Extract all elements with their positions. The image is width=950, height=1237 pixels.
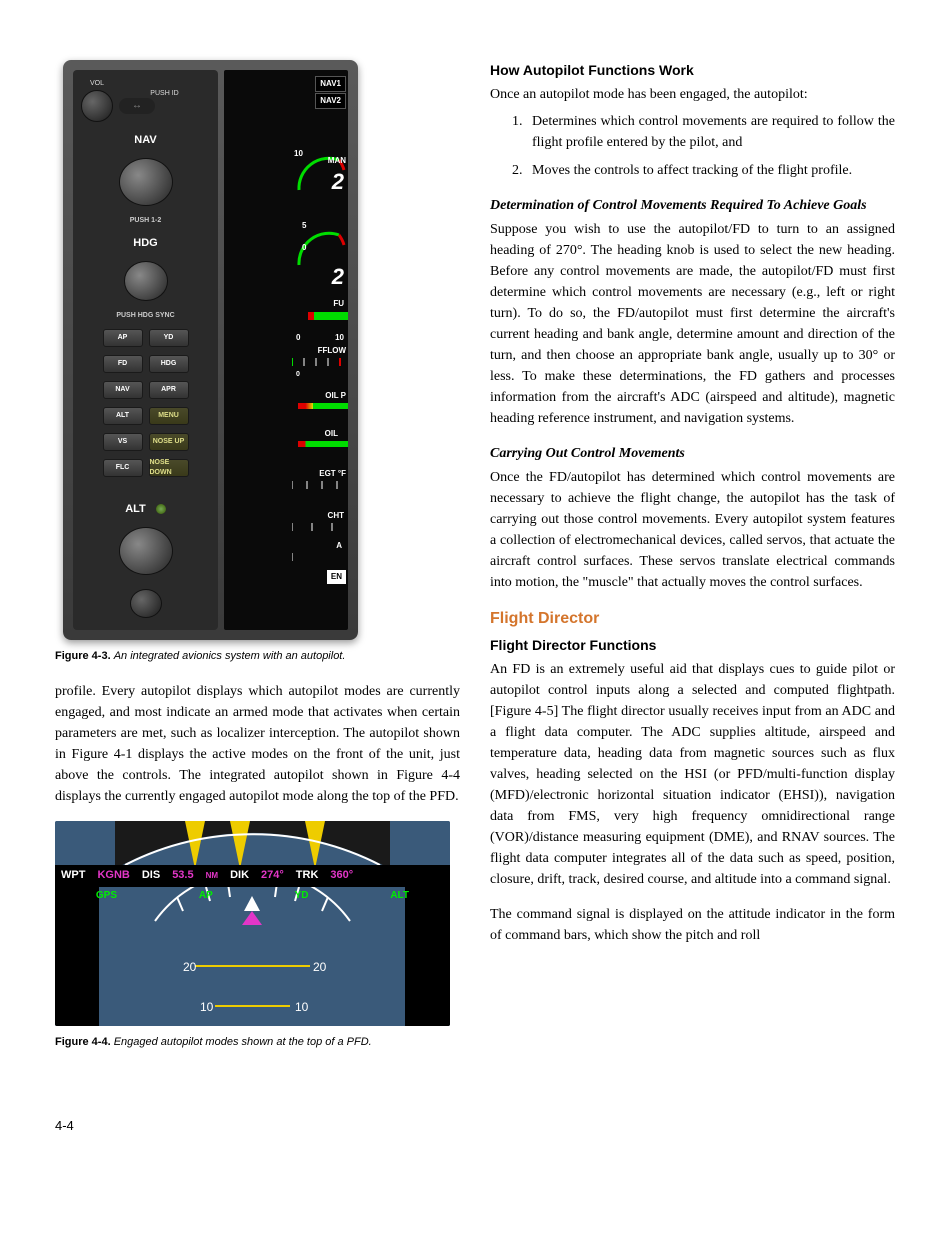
page-number: 4-4 (55, 1116, 895, 1136)
figure-4-3: VOL PUSH ID ↔ NAV PUSH 1-2 HDG PUSH HDG … (55, 60, 460, 665)
list-item-2: Moves the controls to affect tracking of… (526, 160, 895, 181)
status-led (156, 504, 166, 514)
nav-indicator: NAV1 NAV2 (315, 76, 346, 110)
a-ticks (292, 553, 347, 563)
heading-fd-functions: Flight Director Functions (490, 635, 895, 656)
para-fd-functions: An FD is an extremely useful aid that di… (490, 659, 895, 890)
yd-button[interactable]: YD (149, 329, 189, 347)
freq-flip[interactable]: ↔ (119, 98, 155, 114)
nm-label: NM (200, 870, 224, 882)
vs-button[interactable]: VS (103, 433, 143, 451)
alt-button[interactable]: ALT (103, 407, 143, 425)
oil-p-bar (298, 403, 348, 409)
hdg-label: HDG (81, 235, 210, 252)
pfd-status-bar: WPT KGNB DIS 53.5 NM DIK 274° TRK 360° (55, 865, 450, 887)
dik-label: DIK (224, 867, 255, 884)
nav-label: NAV (81, 132, 210, 149)
figure-4-4: 20 20 10 10 WPT KGNB DIS 53.5 NM DIK 274… (55, 821, 460, 1051)
alt-knob[interactable] (119, 527, 173, 575)
dis-label: DIS (136, 867, 166, 884)
nav-button[interactable]: NAV (103, 381, 143, 399)
push-hdg-sync: PUSH HDG SYNC (81, 311, 210, 322)
hdg-button[interactable]: HDG (149, 355, 189, 373)
menu-button[interactable]: MENU (149, 407, 189, 425)
para-autopilot-intro: Once an autopilot mode has been engaged,… (490, 84, 895, 105)
cht-ticks (292, 523, 347, 535)
figure-4-4-caption: Figure 4-4. Engaged autopilot modes show… (55, 1034, 460, 1051)
push-id-label: PUSH ID (119, 90, 210, 98)
wpt-label: WPT (55, 867, 91, 884)
vol-label: VOL (81, 80, 113, 88)
wpt-value: KGNB (91, 867, 135, 884)
figure-4-3-caption: Figure 4-3. An integrated avionics syste… (55, 648, 460, 665)
nose-down-button[interactable]: NOSE DOWN (149, 459, 189, 477)
heading-autopilot: How Autopilot Functions Work (490, 60, 895, 81)
heading-flight-director: Flight Director (490, 607, 895, 631)
left-para-1: profile. Every autopilot displays which … (55, 681, 460, 807)
svg-text:20: 20 (313, 960, 327, 974)
para-determination: Suppose you wish to use the autopilot/FD… (490, 219, 895, 429)
svg-text:20: 20 (183, 960, 197, 974)
trk-label: TRK (290, 867, 325, 884)
pfd-display: 20 20 10 10 WPT KGNB DIS 53.5 NM DIK 274… (55, 821, 450, 1026)
apr-button[interactable]: APR (149, 381, 189, 399)
secondary-knob[interactable] (130, 589, 162, 618)
ap-button[interactable]: AP (103, 329, 143, 347)
para-fd-command: The command signal is displayed on the a… (490, 904, 895, 946)
pfd-mode-row: GPS AP YD ALT (55, 888, 450, 903)
fd-button[interactable]: FD (103, 355, 143, 373)
dik-value: 274° (255, 867, 290, 884)
list-item-1: Determines which control movements are r… (526, 111, 895, 153)
flc-button[interactable]: FLC (103, 459, 143, 477)
mode-yd: YD (295, 888, 309, 903)
engine-display: NAV1 NAV2 10 MAN 2 5 0 (224, 70, 348, 630)
para-carrying: Once the FD/autopilot has determined whi… (490, 467, 895, 593)
fflow-ticks (292, 358, 347, 370)
egt-ticks (292, 481, 347, 493)
mode-alt: ALT (390, 888, 409, 903)
mode-gps: GPS (96, 888, 117, 903)
svg-text:10: 10 (295, 1000, 309, 1014)
nav-knob[interactable] (119, 158, 173, 206)
trk-value: 360° (324, 867, 359, 884)
mode-ap: AP (199, 888, 213, 903)
hdg-knob[interactable] (124, 261, 168, 300)
dis-value: 53.5 (166, 867, 199, 884)
vol-knob[interactable] (81, 90, 113, 122)
svg-text:10: 10 (200, 1000, 214, 1014)
autopilot-steps: Determines which control movements are r… (490, 111, 895, 181)
avionics-panel: VOL PUSH ID ↔ NAV PUSH 1-2 HDG PUSH HDG … (63, 60, 358, 640)
heading-determination: Determination of Control Movements Requi… (490, 195, 895, 216)
en-box: EN (327, 570, 346, 584)
pfd-svg: 20 20 10 10 (55, 821, 450, 1026)
alt-label: ALT (125, 501, 146, 518)
fuel-bar (308, 312, 348, 320)
control-panel: VOL PUSH ID ↔ NAV PUSH 1-2 HDG PUSH HDG … (73, 70, 218, 630)
push-1-2-label: PUSH 1-2 (81, 216, 210, 227)
oil-bar (298, 441, 348, 447)
heading-carrying: Carrying Out Control Movements (490, 443, 895, 464)
nose-up-button[interactable]: NOSE UP (149, 433, 189, 451)
